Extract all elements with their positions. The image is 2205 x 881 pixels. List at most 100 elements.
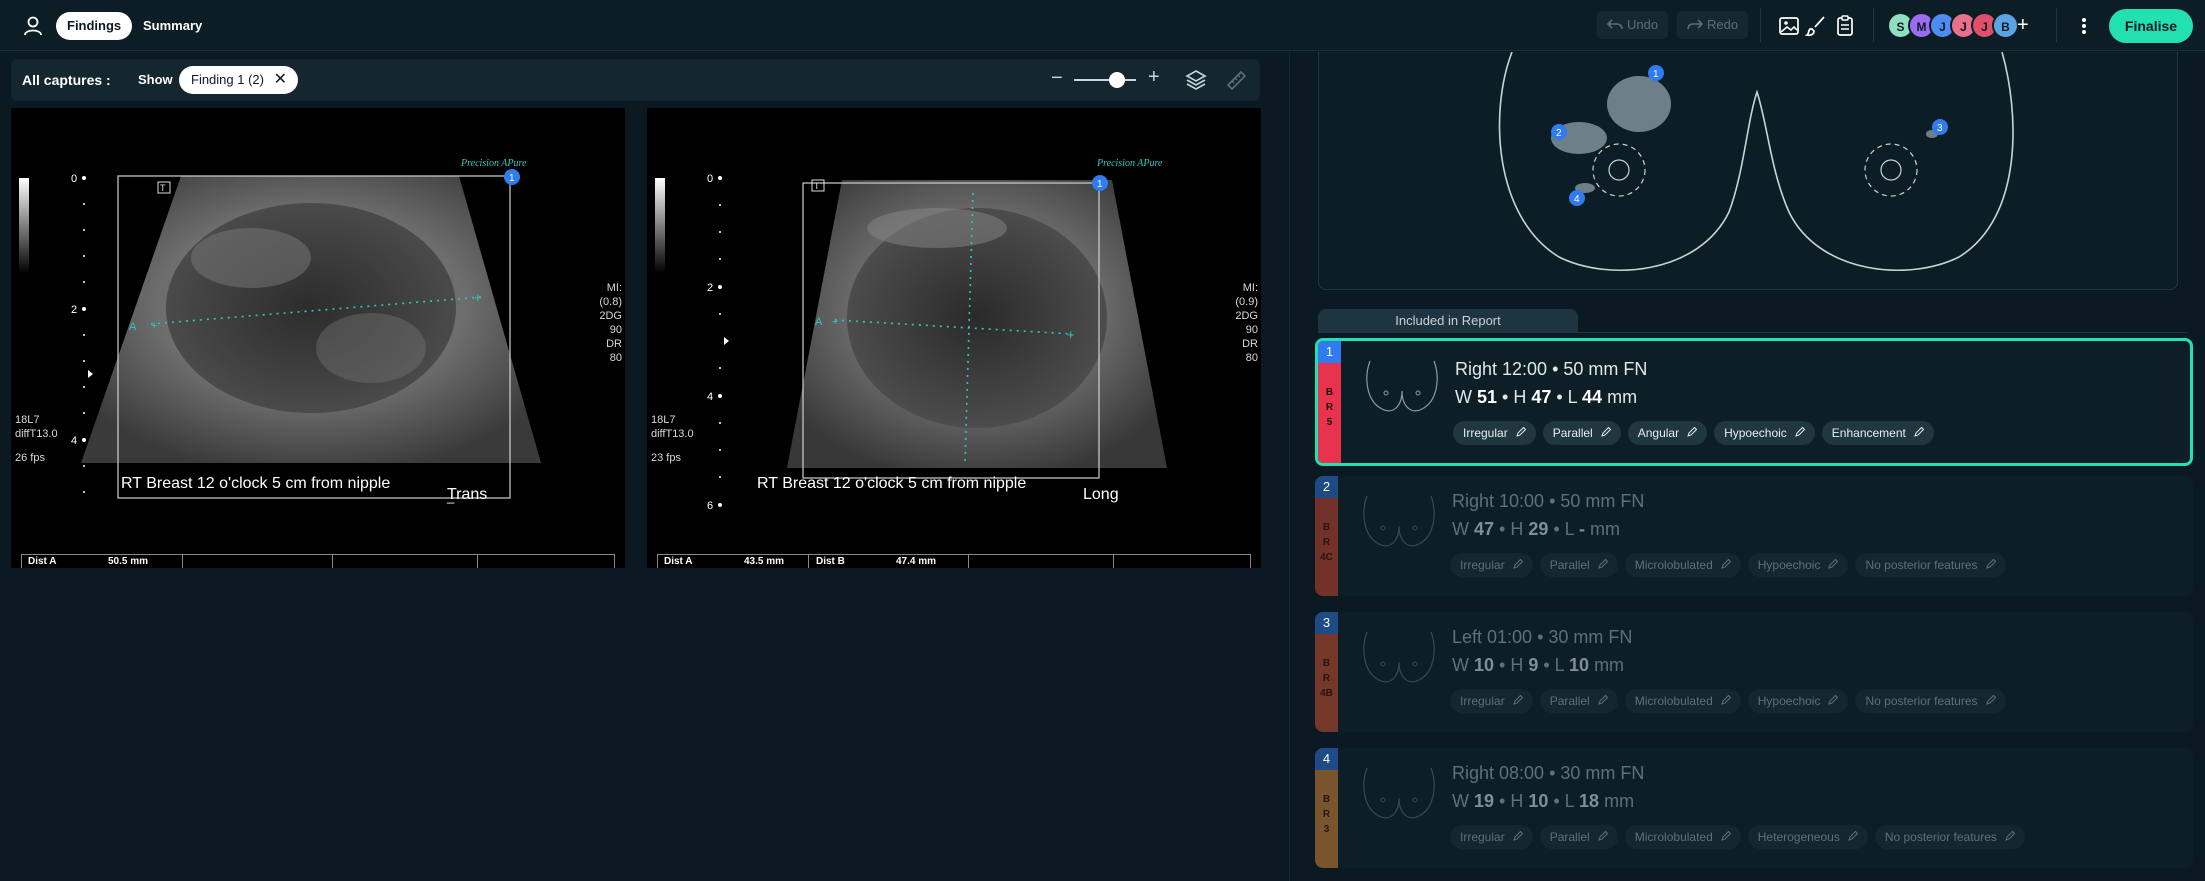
finding-location: Right 12:00 • 50 mm FN <box>1455 359 1648 379</box>
descriptor-tag[interactable]: Parallel <box>1539 825 1618 849</box>
pencil-icon[interactable] <box>1985 694 1997 706</box>
pencil-icon[interactable] <box>1720 694 1732 706</box>
layers-icon[interactable] <box>1184 68 1208 92</box>
pencil-icon[interactable] <box>1794 426 1806 438</box>
tab-findings[interactable]: Findings <box>56 12 133 40</box>
svg-text:+: + <box>151 320 157 332</box>
redo-button[interactable]: Redo <box>1677 11 1749 39</box>
finding-filter-chip[interactable]: Finding 1 (2) ✕ <box>179 66 298 94</box>
pencil-icon[interactable] <box>1720 558 1732 570</box>
diagram-marker: 2 <box>1556 128 1562 139</box>
included-in-report-tab[interactable]: Included in Report <box>1318 309 1578 333</box>
finding-dimensions: W 10 • H 9 • L 10 mm <box>1452 655 1625 675</box>
birads-label: BR3 <box>1322 794 1331 835</box>
finding-card[interactable]: 2 B R 4C Right 10:00 • 50 mm FN W 47 • H 29 •… <box>1315 476 2193 596</box>
svg-text:+: + <box>474 290 482 305</box>
close-icon[interactable]: ✕ <box>274 66 287 94</box>
zoom-out-button[interactable]: − <box>1051 67 1063 90</box>
pencil-icon[interactable] <box>1597 558 1609 570</box>
depth-mark: 0 <box>71 173 77 185</box>
descriptor-tag[interactable]: Heterogeneous <box>1747 825 1868 849</box>
descriptor-tag[interactable]: No posterior features <box>1855 553 2006 577</box>
descriptor-tag[interactable]: Microlobulated <box>1624 825 1741 849</box>
depth-mark: 2 <box>707 282 713 294</box>
svg-text:+: + <box>832 316 838 328</box>
pencil-icon[interactable] <box>1913 426 1925 438</box>
finding-dimensions: W 51 • H 47 • L 44 mm <box>1455 387 1638 407</box>
more-options-icon[interactable] <box>2076 13 2092 39</box>
svg-text:T: T <box>160 183 166 193</box>
descriptor-tag[interactable]: Enhancement <box>1821 421 1934 445</box>
user-icon[interactable] <box>20 13 46 39</box>
descriptor-tag[interactable]: Parallel <box>1539 689 1618 713</box>
ruler-icon[interactable] <box>1224 68 1248 92</box>
brand-logo: Precision APure <box>1096 158 1163 169</box>
finding-card[interactable]: 3 B R 4B Left 01:00 • 30 mm FN W 10 • H 9 • L… <box>1315 612 2193 732</box>
breast-diagram: 1 2 3 4 <box>1318 51 2178 290</box>
zoom-slider[interactable] <box>1074 79 1136 81</box>
pencil-icon[interactable] <box>1686 426 1698 438</box>
pencil-icon[interactable] <box>1985 558 1997 570</box>
marker-badge: 1 <box>1097 179 1103 190</box>
descriptor-tag[interactable]: Parallel <box>1542 421 1621 445</box>
descriptor-tag[interactable]: Angular <box>1627 421 1708 445</box>
tab-summary[interactable]: Summary <box>132 12 213 40</box>
descriptor-tag[interactable]: Parallel <box>1539 553 1618 577</box>
breast-thumbnail-icon <box>1363 631 1435 683</box>
pencil-icon[interactable] <box>1597 830 1609 842</box>
descriptor-tag[interactable]: Hypoechoic <box>1747 553 1849 577</box>
ultrasound-image[interactable]: T + + A 1 Precision APure 0 2 4 6 18L7 di… <box>647 108 1261 568</box>
descriptor-tag[interactable]: Microlobulated <box>1624 553 1741 577</box>
view-label: Long <box>1083 486 1119 503</box>
descriptor-tags: Irregular Parallel Microlobulated Hypoechoi… <box>1450 689 2013 713</box>
svg-text:+: + <box>1067 327 1075 342</box>
finalise-button[interactable]: Finalise <box>2109 9 2193 43</box>
pencil-icon[interactable] <box>1512 694 1524 706</box>
descriptor-tag[interactable]: No posterior features <box>1855 689 2006 713</box>
descriptor-tag[interactable]: No posterior features <box>1874 825 2025 849</box>
pencil-icon[interactable] <box>1600 426 1612 438</box>
pencil-icon[interactable] <box>1720 830 1732 842</box>
captures-toolbar: All captures : Show Finding 1 (2) ✕ − + <box>11 59 1260 101</box>
zoom-in-button[interactable]: + <box>1148 66 1160 89</box>
finding-filter-label: Finding 1 (2) <box>191 72 264 87</box>
zoom-slider-handle[interactable] <box>1109 72 1126 88</box>
descriptor-tag[interactable]: Hypoechoic <box>1714 421 1815 445</box>
finding-location: Right 10:00 • 50 mm FN <box>1452 491 1645 511</box>
finding-dimensions: W 19 • H 10 • L 18 mm <box>1452 791 1635 811</box>
top-bar: Findings Summary Undo Redo S M J J J B +… <box>0 0 2205 51</box>
breast-thumbnail-icon <box>1363 495 1435 547</box>
pencil-icon[interactable] <box>1597 694 1609 706</box>
redo-icon <box>1687 19 1703 30</box>
descriptor-tag[interactable]: Irregular <box>1453 421 1536 445</box>
descriptor-tag[interactable]: Irregular <box>1450 689 1533 713</box>
descriptor-tag[interactable]: Microlobulated <box>1624 689 1741 713</box>
breast-thumbnail-icon <box>1366 360 1438 412</box>
finding-card[interactable]: 1 B R 5 Right 12:00 • 50 mm FN W 51 • H 47 • … <box>1315 338 2193 466</box>
pencil-icon[interactable] <box>1827 558 1839 570</box>
descriptor-tag[interactable]: Irregular <box>1450 825 1533 849</box>
finding-number: 1 <box>1318 341 1341 363</box>
view-label: Trans <box>447 486 488 503</box>
finding-number: 2 <box>1315 476 1338 498</box>
pencil-icon[interactable] <box>1512 558 1524 570</box>
clipboard-icon[interactable] <box>1832 13 1858 39</box>
pencil-icon[interactable] <box>1827 694 1839 706</box>
pencil-icon[interactable] <box>1512 830 1524 842</box>
add-collaborator-button[interactable]: + <box>2017 12 2029 38</box>
pencil-icon[interactable] <box>1847 830 1859 842</box>
undo-button[interactable]: Undo <box>1597 11 1669 39</box>
pencil-icon[interactable] <box>1515 426 1527 438</box>
brand-logo: Precision APure <box>460 158 527 169</box>
descriptor-tag[interactable]: Irregular <box>1450 553 1533 577</box>
pencil-icon[interactable] <box>2004 830 2016 842</box>
birads-label: B R 4B <box>1320 658 1333 699</box>
svg-text:T: T <box>814 181 820 191</box>
finding-card[interactable]: 4 B R 3 Right 08:00 • 30 mm FN W 19 • H 10 • … <box>1315 748 2193 868</box>
ultrasound-image[interactable]: T + + A 1 Precision APure 0 2 4 _ 18L7 di… <box>11 108 625 568</box>
avatar[interactable]: B <box>1992 12 2019 39</box>
image-icon[interactable] <box>1776 13 1802 39</box>
descriptor-tag[interactable]: Hypoechoic <box>1747 689 1849 713</box>
brush-icon[interactable] <box>1804 13 1830 39</box>
diagram-marker: 1 <box>1653 69 1659 80</box>
